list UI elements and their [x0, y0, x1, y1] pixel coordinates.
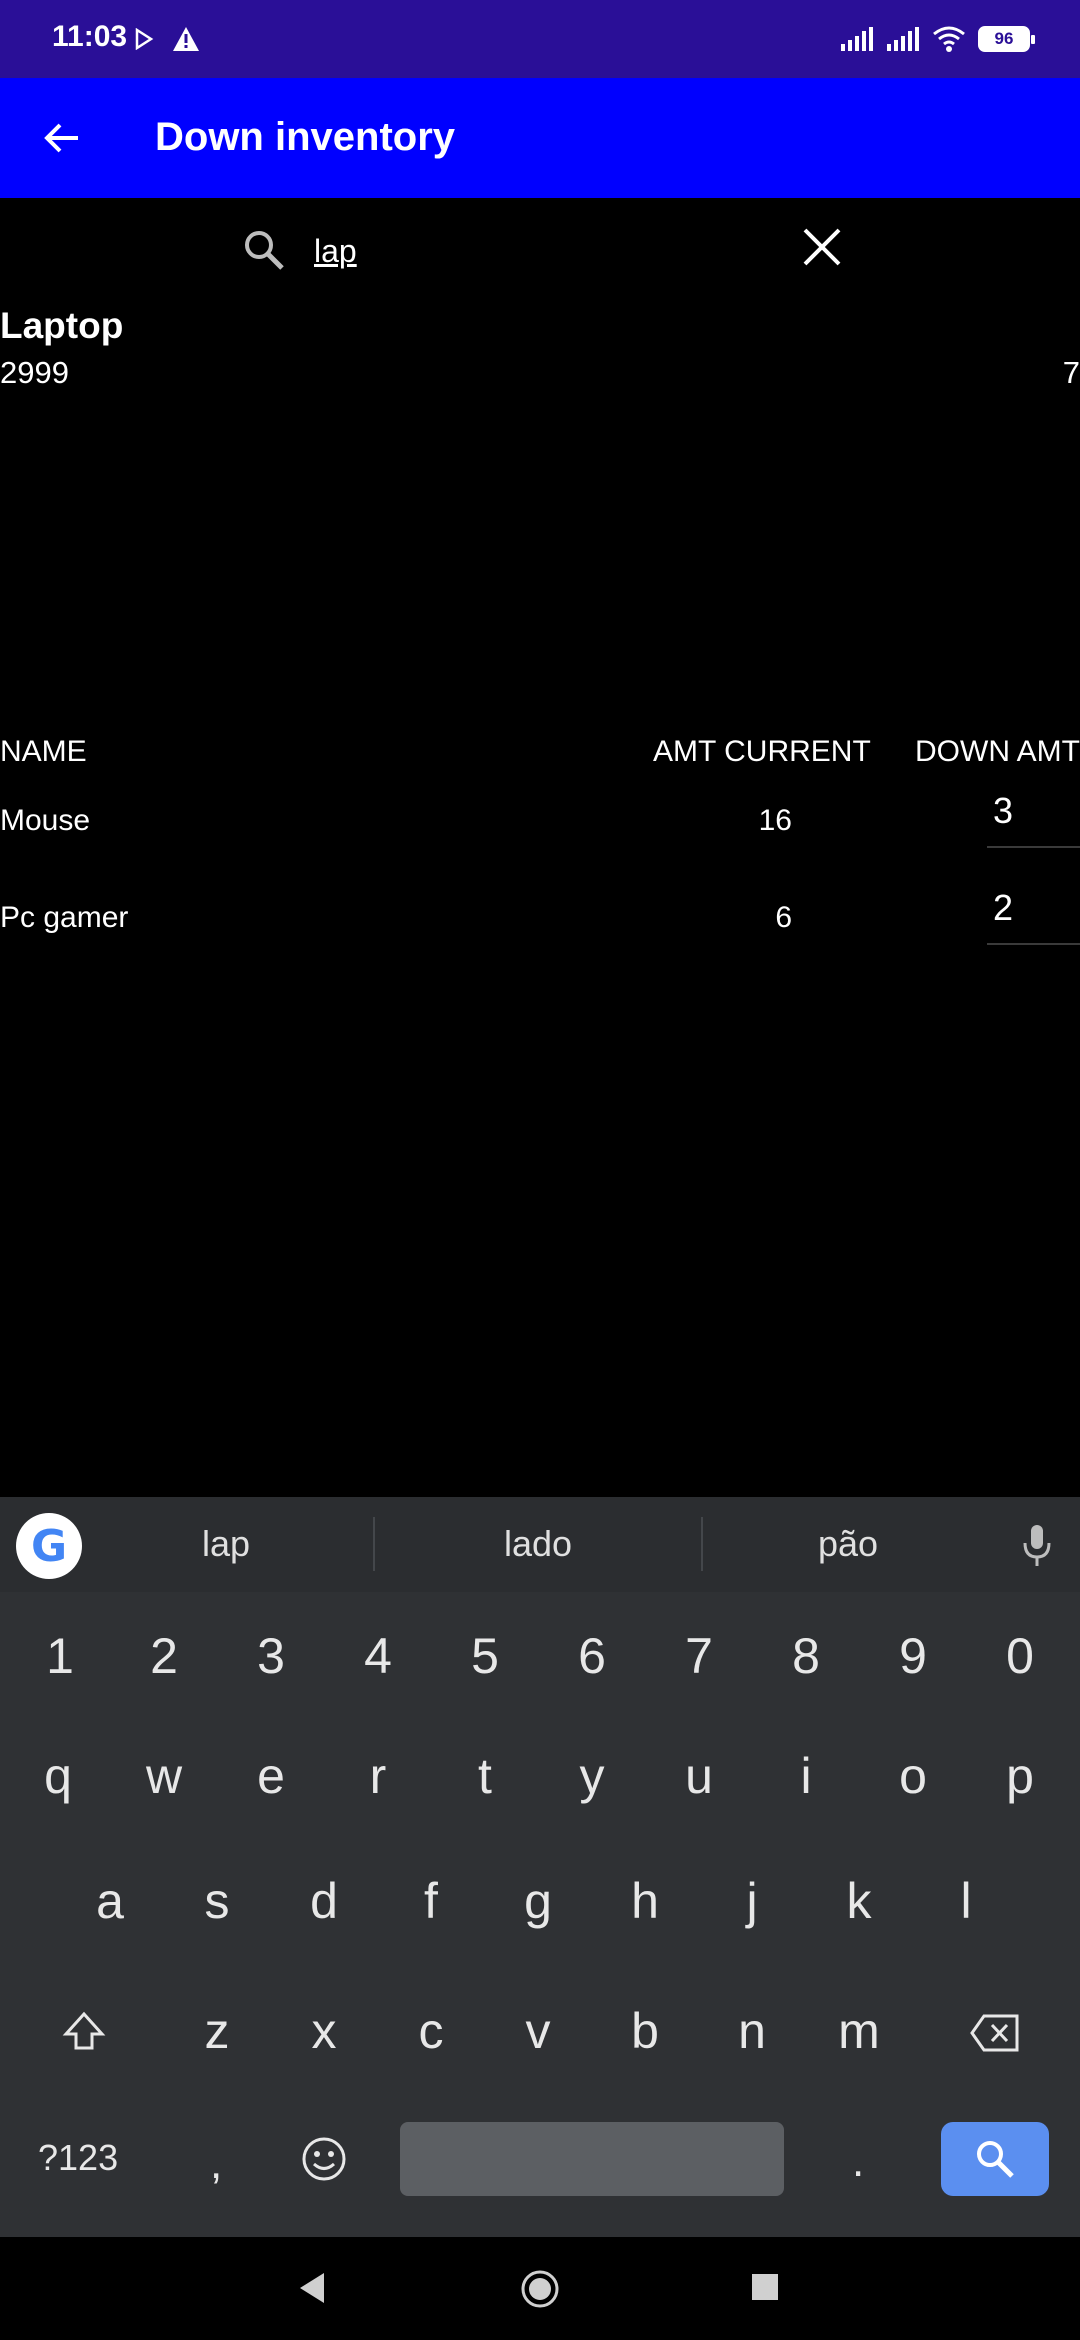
key-p[interactable]: p: [980, 1747, 1060, 1805]
key-m[interactable]: m: [819, 2002, 899, 2060]
symbols-key[interactable]: ?123: [38, 2137, 118, 2179]
key-z[interactable]: z: [177, 2002, 257, 2060]
suggestion-3[interactable]: pão: [748, 1523, 948, 1565]
column-header-name: NAME: [0, 735, 87, 768]
table-row: Pc gamer 6 2: [0, 881, 1080, 961]
soft-keyboard: G lap lado pão 1 2 3 4 5 6 7 8 9 0 q w e…: [0, 1497, 1080, 2237]
row-name: Pc gamer: [0, 901, 129, 934]
key-x[interactable]: x: [284, 2002, 364, 2060]
key-l[interactable]: l: [926, 1872, 1006, 1930]
status-left-icons: [134, 24, 200, 54]
row-name: Mouse: [0, 804, 91, 837]
period-key[interactable]: .: [852, 2137, 864, 2187]
key-i[interactable]: i: [766, 1747, 846, 1805]
key-q[interactable]: q: [18, 1747, 98, 1805]
column-header-current: AMT CURRENT: [653, 735, 871, 768]
key-a[interactable]: a: [70, 1872, 150, 1930]
table-header: NAME AMT CURRENT DOWN AMT: [0, 735, 1080, 785]
key-b[interactable]: b: [605, 2002, 685, 2060]
space-key[interactable]: [400, 2122, 784, 2196]
row-current-amount: 6: [775, 901, 792, 934]
key-v[interactable]: v: [498, 2002, 578, 2060]
search-result-item[interactable]: Laptop 2999 7: [0, 305, 1080, 400]
key-y[interactable]: y: [552, 1747, 632, 1805]
key-j[interactable]: j: [712, 1872, 792, 1930]
emoji-icon[interactable]: [300, 2135, 348, 2183]
key-g[interactable]: g: [498, 1872, 578, 1930]
key-f[interactable]: f: [391, 1872, 471, 1930]
back-nav-icon[interactable]: [296, 2271, 330, 2305]
suggestion-2[interactable]: lado: [438, 1523, 638, 1565]
app-bar: Down inventory: [0, 78, 1080, 198]
result-price: 2999: [0, 355, 69, 390]
key-t[interactable]: t: [445, 1747, 525, 1805]
shift-icon[interactable]: [62, 2010, 106, 2054]
page-title: Down inventory: [155, 115, 456, 159]
key-e[interactable]: e: [231, 1747, 311, 1805]
close-icon[interactable]: [795, 220, 849, 274]
arrow-left-icon: [44, 123, 78, 153]
key-0[interactable]: 0: [980, 1627, 1060, 1685]
status-bar: 11:03 96: [0, 0, 1080, 78]
key-6[interactable]: 6: [552, 1627, 632, 1685]
key-2[interactable]: 2: [124, 1627, 204, 1685]
key-h[interactable]: h: [605, 1872, 685, 1930]
suggestion-divider: [373, 1517, 375, 1571]
key-9[interactable]: 9: [873, 1627, 953, 1685]
suggestion-1[interactable]: lap: [126, 1523, 326, 1565]
down-amount-input[interactable]: 2: [987, 887, 1080, 945]
key-k[interactable]: k: [819, 1872, 899, 1930]
home-nav-icon[interactable]: [520, 2269, 560, 2309]
key-c[interactable]: c: [391, 2002, 471, 2060]
back-button[interactable]: [30, 106, 94, 170]
table-row: Mouse 16 3: [0, 784, 1080, 864]
warning-icon: [173, 27, 199, 51]
signal-icon-2: [887, 27, 919, 51]
comma-key[interactable]: ,: [210, 2139, 222, 2189]
search-bar: lap: [0, 198, 1080, 303]
key-s[interactable]: s: [177, 1872, 257, 1930]
play-store-icon: [135, 28, 154, 50]
google-icon[interactable]: G: [16, 1513, 82, 1579]
suggestion-divider: [701, 1517, 703, 1571]
key-n[interactable]: n: [712, 2002, 792, 2060]
search-icon: [977, 2141, 1014, 2178]
system-nav-bar: [0, 2237, 1080, 2340]
signal-icon: [841, 27, 873, 51]
key-w[interactable]: w: [124, 1747, 204, 1805]
microphone-icon[interactable]: [1020, 1521, 1054, 1571]
key-5[interactable]: 5: [445, 1627, 525, 1685]
status-right-icons: 96: [840, 20, 1035, 58]
search-icon: [245, 231, 284, 270]
backspace-icon[interactable]: [970, 2014, 1020, 2052]
key-o[interactable]: o: [873, 1747, 953, 1805]
key-1[interactable]: 1: [20, 1627, 100, 1685]
battery-indicator: 96: [978, 26, 1035, 52]
key-u[interactable]: u: [659, 1747, 739, 1805]
result-name: Laptop: [0, 305, 124, 346]
down-amount-input[interactable]: 3: [987, 790, 1080, 848]
result-quantity: 7: [1062, 355, 1080, 390]
column-header-down: DOWN AMT: [915, 735, 1080, 768]
suggestion-strip: G lap lado pão: [0, 1497, 1080, 1592]
row-current-amount: 16: [758, 804, 792, 837]
wifi-icon: [933, 26, 965, 52]
status-time: 11:03: [52, 20, 128, 53]
key-d[interactable]: d: [284, 1872, 364, 1930]
search-action-key[interactable]: [941, 2122, 1049, 2196]
key-4[interactable]: 4: [338, 1627, 418, 1685]
key-7[interactable]: 7: [659, 1627, 739, 1685]
key-3[interactable]: 3: [231, 1627, 311, 1685]
key-8[interactable]: 8: [766, 1627, 846, 1685]
search-input[interactable]: lap: [314, 228, 774, 274]
recents-nav-icon[interactable]: [751, 2273, 779, 2301]
key-r[interactable]: r: [338, 1747, 418, 1805]
